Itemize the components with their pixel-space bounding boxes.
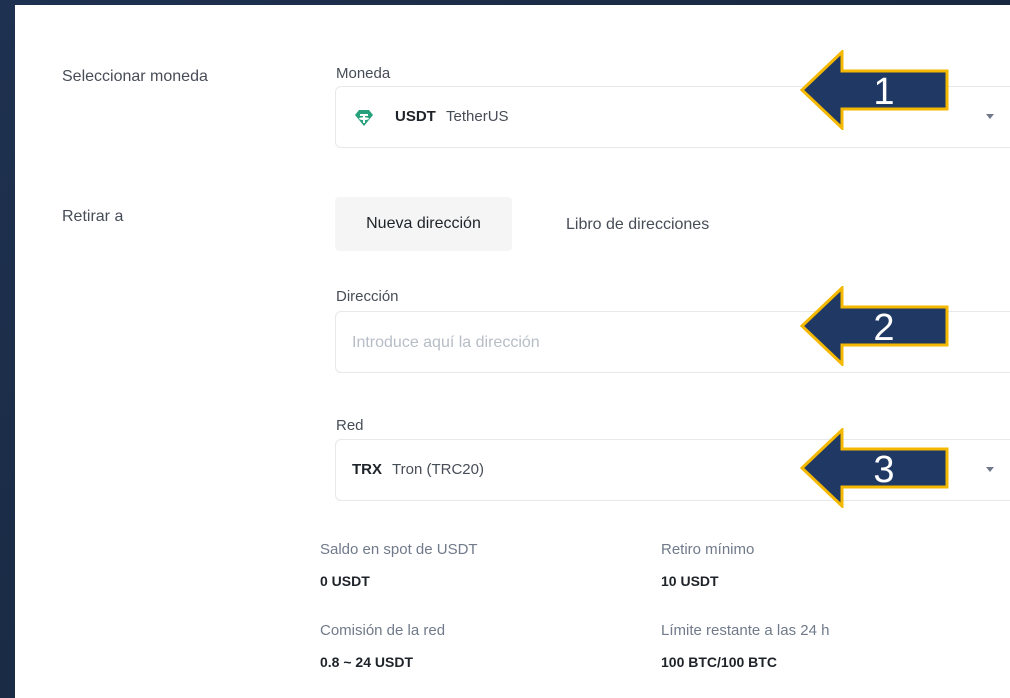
annotation-number-3: 3 (873, 449, 894, 491)
annotation-arrow-2: 2 (800, 286, 949, 366)
spot-balance-label: Saldo en spot de USDT (320, 541, 478, 558)
tether-icon (355, 110, 373, 126)
chevron-down-icon (986, 467, 994, 472)
tab-new-address[interactable]: Nueva dirección (335, 197, 512, 251)
spot-balance-value: 0 USDT (320, 573, 370, 589)
network-name: Tron (TRC20) (392, 461, 484, 478)
annotation-number-2: 2 (873, 307, 894, 349)
network-symbol: TRX (352, 461, 382, 478)
network-fee-label: Comisión de la red (320, 622, 446, 639)
withdraw-to-section-label: Retirar a (62, 208, 124, 225)
tab-address-book[interactable]: Libro de direcciones (566, 216, 709, 234)
daily-limit-value: 100 BTC/100 BTC (661, 654, 777, 670)
annotation-number-1: 1 (873, 71, 894, 113)
select-coin-section-label: Seleccionar moneda (62, 68, 208, 85)
annotation-arrow-3: 3 (800, 428, 949, 508)
min-withdraw-label: Retiro mínimo (661, 541, 755, 558)
coin-field-label: Moneda (336, 65, 391, 82)
daily-limit-label: Límite restante a las 24 h (661, 622, 830, 639)
min-withdraw-value: 10 USDT (661, 573, 719, 589)
chevron-down-icon (986, 114, 994, 119)
address-placeholder: Introduce aquí la dirección (352, 334, 540, 351)
annotation-arrow-1: 1 (800, 50, 949, 130)
coin-symbol: USDT (395, 108, 436, 125)
coin-name: TetherUS (446, 108, 509, 125)
network-fee-value: 0.8 ~ 24 USDT (320, 654, 413, 670)
network-field-label: Red (336, 417, 364, 434)
address-field-label: Dirección (336, 288, 399, 305)
